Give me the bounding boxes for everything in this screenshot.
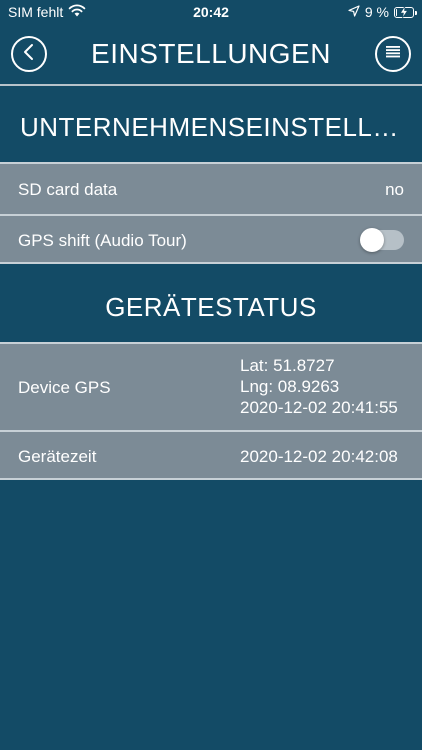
status-bar: SIM fehlt 20:42 9 % — [0, 0, 422, 24]
gps-latitude: Lat: 51.8727 — [240, 356, 335, 375]
battery-charging-icon — [394, 5, 417, 18]
row-label: Gerätezeit — [18, 447, 97, 466]
row-value: no — [385, 180, 404, 199]
row-value: 2020-12-02 20:42:08 — [240, 447, 398, 466]
back-button[interactable] — [11, 36, 47, 72]
status-right: 9 % — [348, 4, 417, 20]
section-header-company: UNTERNEHMENSEINSTELLU… — [0, 86, 422, 162]
setting-row-gps-shift: GPS shift (Audio Tour) — [0, 214, 422, 264]
chevron-left-icon — [22, 43, 36, 66]
status-row-device-gps: Device GPS Lat: 51.8727 Lng: 08.9263 202… — [0, 342, 422, 430]
nav-bar: EINSTELLUNGEN — [0, 24, 422, 84]
gps-shift-toggle[interactable] — [360, 228, 404, 252]
status-row-device-time: Gerätezeit 2020-12-02 20:42:08 — [0, 430, 422, 480]
section-title: GERÄTESTATUS — [105, 292, 317, 322]
setting-row-sd-card: SD card data no — [0, 162, 422, 214]
battery-percent: 9 % — [364, 4, 389, 20]
gps-timestamp: 2020-12-02 20:41:55 — [240, 398, 398, 417]
row-label: SD card data — [18, 180, 118, 199]
gps-longitude: Lng: 08.9263 — [240, 377, 340, 396]
gps-values: Lat: 51.8727 Lng: 08.9263 2020-12-02 20:… — [240, 355, 398, 418]
menu-button[interactable] — [375, 36, 411, 72]
menu-icon — [385, 45, 401, 64]
battery-level — [396, 8, 397, 16]
location-arrow-icon — [348, 4, 360, 20]
row-label: GPS shift (Audio Tour) — [18, 231, 187, 250]
section-header-device-status: GERÄTESTATUS — [0, 264, 422, 342]
toggle-knob — [360, 228, 384, 252]
charging-bolt-icon — [400, 5, 408, 18]
page-title: EINSTELLUNGEN — [91, 38, 331, 69]
section-title: UNTERNEHMENSEINSTELLU… — [20, 112, 408, 142]
row-label: Device GPS — [18, 378, 111, 397]
